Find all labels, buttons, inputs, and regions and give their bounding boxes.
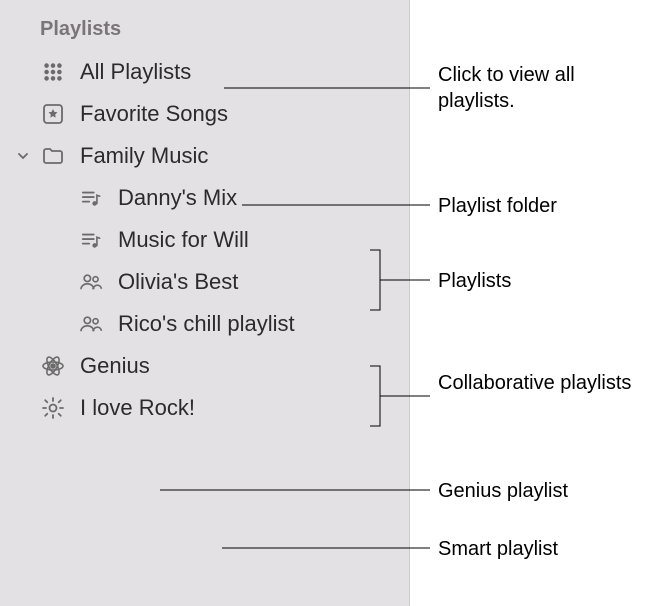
sidebar-item-label: Family Music bbox=[80, 143, 208, 169]
annotations: Click to view all playlists. Playlist fo… bbox=[410, 0, 649, 606]
chevron-down-icon[interactable] bbox=[16, 149, 30, 163]
grid-icon bbox=[40, 59, 66, 85]
sidebar-item-label: Favorite Songs bbox=[80, 101, 228, 127]
gear-icon bbox=[40, 395, 66, 421]
sidebar-header: Playlists bbox=[0, 18, 409, 51]
annotation-all-playlists: Click to view all playlists. bbox=[438, 62, 649, 114]
annotation-collab: Collaborative playlists bbox=[438, 370, 631, 396]
annotation-playlists: Playlists bbox=[438, 268, 511, 294]
sidebar-item-favorite-songs[interactable]: Favorite Songs bbox=[0, 93, 409, 135]
sidebar-item-genius[interactable]: Genius bbox=[0, 345, 409, 387]
annotation-folder: Playlist folder bbox=[438, 193, 557, 219]
sidebar-item-label: I love Rock! bbox=[80, 395, 195, 421]
sidebar-item-label: Genius bbox=[80, 353, 150, 379]
sidebar-item-olivias-best[interactable]: Olivia's Best bbox=[0, 261, 409, 303]
annotation-smart: Smart playlist bbox=[438, 536, 558, 562]
sidebar-item-label: Music for Will bbox=[118, 227, 249, 253]
folder-icon bbox=[40, 143, 66, 169]
sidebar-item-music-for-will[interactable]: Music for Will bbox=[0, 219, 409, 261]
sidebar-item-ricos-chill[interactable]: Rico's chill playlist bbox=[0, 303, 409, 345]
sidebar-item-label: All Playlists bbox=[80, 59, 191, 85]
atom-icon bbox=[40, 353, 66, 379]
people-icon bbox=[78, 269, 104, 295]
sidebar-item-label: Rico's chill playlist bbox=[118, 311, 295, 337]
star-icon bbox=[40, 101, 66, 127]
playlist-icon bbox=[78, 185, 104, 211]
sidebar-item-label: Danny's Mix bbox=[118, 185, 237, 211]
sidebar-item-label: Olivia's Best bbox=[118, 269, 238, 295]
sidebar-item-dannys-mix[interactable]: Danny's Mix bbox=[0, 177, 409, 219]
sidebar-item-all-playlists[interactable]: All Playlists bbox=[0, 51, 409, 93]
playlist-icon bbox=[78, 227, 104, 253]
annotation-genius: Genius playlist bbox=[438, 478, 568, 504]
sidebar-item-family-music[interactable]: Family Music bbox=[0, 135, 409, 177]
playlists-sidebar: Playlists All Playlists Favorite Songs bbox=[0, 0, 410, 606]
sidebar-item-i-love-rock[interactable]: I love Rock! bbox=[0, 387, 409, 429]
people-icon bbox=[78, 311, 104, 337]
